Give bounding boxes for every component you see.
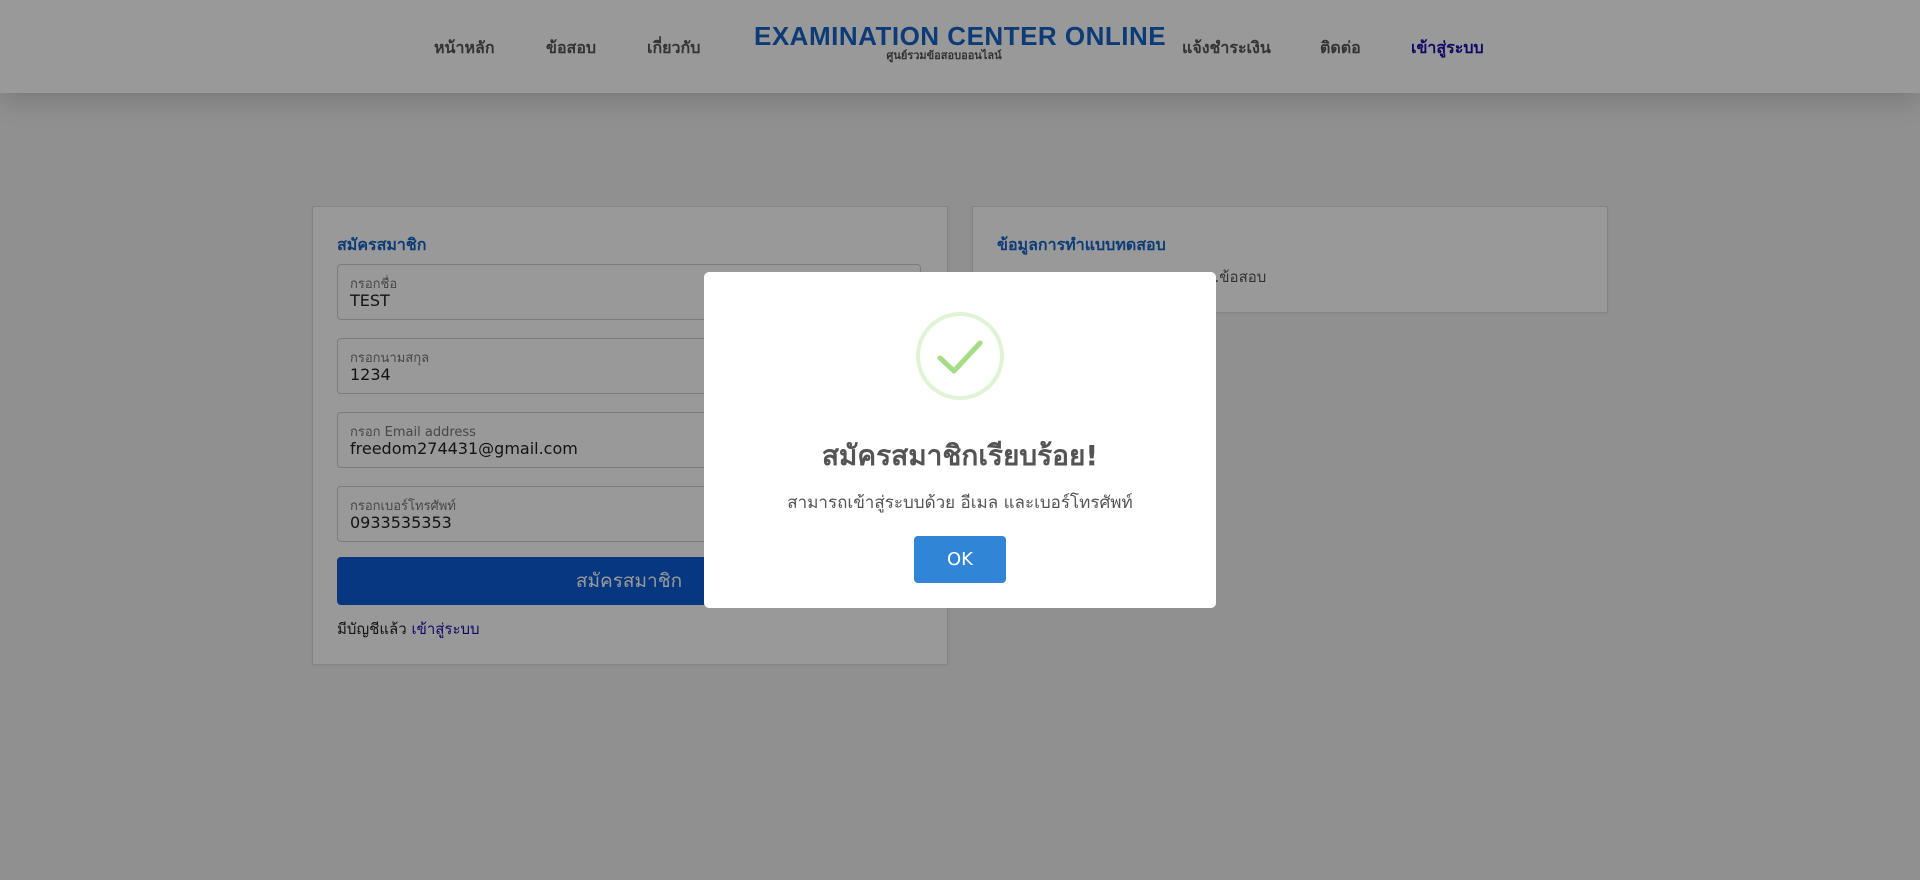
- ok-button[interactable]: OK: [914, 536, 1006, 583]
- success-dialog: สมัครสมาชิกเรียบร้อย! สามารถเข้าสู่ระบบด…: [704, 272, 1216, 608]
- success-check-icon: [916, 312, 1004, 400]
- dialog-message: สามารถเข้าสู่ระบบด้วย อีเมล และเบอร์โทรศ…: [787, 493, 1133, 513]
- dialog-title: สมัครสมาชิกเรียบร้อย!: [821, 439, 1099, 472]
